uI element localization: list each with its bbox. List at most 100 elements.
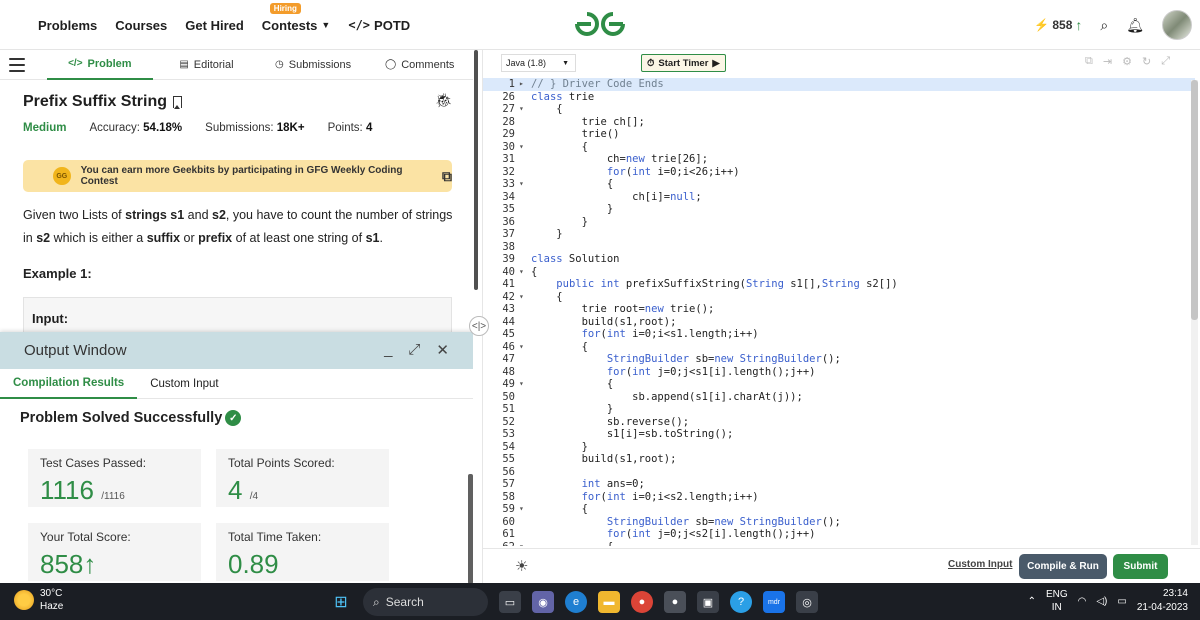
close-icon[interactable]: ✕: [436, 341, 449, 359]
expand-icon[interactable]: ⤢: [408, 341, 420, 359]
minimize-icon[interactable]: _: [384, 341, 392, 359]
editor-scrollbar[interactable]: [1191, 80, 1198, 545]
code-line[interactable]: 47 StringBuilder sb=new StringBuilder();: [483, 353, 1195, 366]
code-line[interactable]: 61 for(int j=0;j<s2[i].length();j++): [483, 528, 1195, 541]
code-line[interactable]: 43 trie root=new trie();: [483, 303, 1195, 316]
tab-editorial[interactable]: ▤ Editorial: [153, 50, 260, 80]
fold-icon[interactable]: [519, 428, 531, 441]
fold-icon[interactable]: [519, 153, 531, 166]
app-icon[interactable]: mdr: [763, 591, 785, 613]
code-line[interactable]: 49 ▾ {: [483, 378, 1195, 391]
fold-icon[interactable]: [519, 128, 531, 141]
gfg-logo-icon[interactable]: [573, 10, 627, 38]
fold-icon[interactable]: [519, 391, 531, 404]
fold-icon[interactable]: ▾: [519, 141, 531, 154]
code-line[interactable]: 52 sb.reverse();: [483, 416, 1195, 429]
windows-start-icon[interactable]: ⊞: [330, 591, 352, 613]
chevron-up-icon[interactable]: ⌃: [1028, 596, 1036, 607]
tab-custom-input[interactable]: Custom Input: [137, 369, 231, 399]
fold-icon[interactable]: [519, 303, 531, 316]
panel-resize-handle[interactable]: <|>: [469, 316, 489, 336]
copy-icon[interactable]: ⧉: [1085, 55, 1093, 68]
scrollbar-thumb[interactable]: [1191, 80, 1198, 320]
submit-button[interactable]: Submit: [1113, 554, 1168, 579]
code-line[interactable]: 29 trie(): [483, 128, 1195, 141]
code-line[interactable]: 56: [483, 466, 1195, 479]
geekbits-banner[interactable]: GG You can earn more Geekbits by partici…: [23, 160, 452, 192]
code-line[interactable]: 44 build(s1,root);: [483, 316, 1195, 329]
tab-compilation-results[interactable]: Compilation Results: [0, 369, 138, 399]
fold-icon[interactable]: [519, 253, 531, 266]
fold-icon[interactable]: [519, 441, 531, 454]
code-line[interactable]: 32 for(int i=0;i<26;i++): [483, 166, 1195, 179]
task-view-icon[interactable]: ▭: [499, 591, 521, 613]
code-line[interactable]: 62▾ {: [483, 541, 1195, 547]
fold-icon[interactable]: ▾: [519, 178, 531, 191]
fold-icon[interactable]: [519, 316, 531, 329]
fold-icon[interactable]: [519, 216, 531, 229]
fullscreen-icon[interactable]: ⤢: [1161, 55, 1170, 68]
search-icon[interactable]: ⌕: [1100, 17, 1108, 34]
code-line[interactable]: 27 ▾ {: [483, 103, 1195, 116]
fold-icon[interactable]: [519, 228, 531, 241]
avatar[interactable]: [1162, 10, 1192, 40]
code-line[interactable]: 45 for(int i=0;i<s1.length;i++): [483, 328, 1195, 341]
fold-icon[interactable]: [519, 203, 531, 216]
chrome-active-icon[interactable]: ●: [664, 591, 686, 613]
tab-problem[interactable]: </> Problem: [46, 50, 154, 80]
fold-icon[interactable]: [519, 116, 531, 129]
nav-potd[interactable]: </> POTD: [348, 18, 410, 33]
fold-icon[interactable]: ▾: [519, 103, 531, 116]
fold-icon[interactable]: [519, 466, 531, 479]
code-line[interactable]: 39 class Solution: [483, 253, 1195, 266]
fold-icon[interactable]: [519, 403, 531, 416]
code-line[interactable]: 58 for(int i=0;i<s2.length;i++): [483, 491, 1195, 504]
fold-icon[interactable]: [519, 453, 531, 466]
menu-icon[interactable]: [9, 57, 25, 72]
camera-icon[interactable]: ◎: [796, 591, 818, 613]
code-line[interactable]: 54 }: [483, 441, 1195, 454]
code-line[interactable]: 46 ▾ {: [483, 341, 1195, 354]
import-icon[interactable]: ⇥: [1103, 55, 1112, 68]
fold-icon[interactable]: [519, 278, 531, 291]
streak-counter[interactable]: ⚡ 858 ↑: [1034, 17, 1082, 33]
help-icon[interactable]: ?: [730, 591, 752, 613]
fold-icon[interactable]: [519, 241, 531, 254]
fold-icon[interactable]: [519, 478, 531, 491]
code-line[interactable]: 26 class trie: [483, 91, 1195, 104]
code-line[interactable]: 28 trie ch[];: [483, 116, 1195, 129]
tab-comments[interactable]: ◯ Comments: [366, 50, 473, 80]
code-line[interactable]: 36 }: [483, 216, 1195, 229]
code-line[interactable]: 35 }: [483, 203, 1195, 216]
nav-get-hired[interactable]: Get Hired: [185, 18, 244, 33]
fold-icon[interactable]: ▾: [519, 341, 531, 354]
fold-icon[interactable]: ▾: [519, 541, 531, 547]
code-line[interactable]: 33 ▾ {: [483, 178, 1195, 191]
language-select[interactable]: Java (1.8) ▼: [501, 54, 576, 72]
code-line[interactable]: 41 public int prefixSuffixString(String …: [483, 278, 1195, 291]
language-indicator[interactable]: ENG IN: [1046, 588, 1068, 614]
code-line[interactable]: 34 ch[i]=null;: [483, 191, 1195, 204]
fold-icon[interactable]: [519, 491, 531, 504]
code-line[interactable]: 31 ch=new trie[26];: [483, 153, 1195, 166]
output-scrollbar[interactable]: [468, 474, 473, 583]
chrome-icon[interactable]: ●: [631, 591, 653, 613]
code-line[interactable]: 50 sb.append(s1[i].charAt(j));: [483, 391, 1195, 404]
settings-icon[interactable]: ⚙: [1122, 55, 1132, 68]
code-line[interactable]: 57 int ans=0;: [483, 478, 1195, 491]
bell-icon[interactable]: 🔔︎: [1126, 17, 1144, 34]
store-icon[interactable]: ▣: [697, 591, 719, 613]
fold-icon[interactable]: ▾: [519, 503, 531, 516]
fold-icon[interactable]: [519, 416, 531, 429]
fold-icon[interactable]: ▸: [519, 78, 531, 91]
fold-icon[interactable]: [519, 191, 531, 204]
fold-icon[interactable]: ▾: [519, 266, 531, 279]
problem-scrollbar[interactable]: [474, 50, 478, 290]
edge-icon[interactable]: e: [565, 591, 587, 613]
reset-icon[interactable]: ↻: [1142, 55, 1151, 68]
wifi-icon[interactable]: ◠: [1078, 596, 1087, 607]
start-timer-button[interactable]: ⏱︎ Start Timer ▶: [641, 54, 726, 72]
code-line[interactable]: 40 ▾{: [483, 266, 1195, 279]
fold-icon[interactable]: [519, 528, 531, 541]
bug-report-icon[interactable]: 🐞︎: [435, 92, 453, 109]
